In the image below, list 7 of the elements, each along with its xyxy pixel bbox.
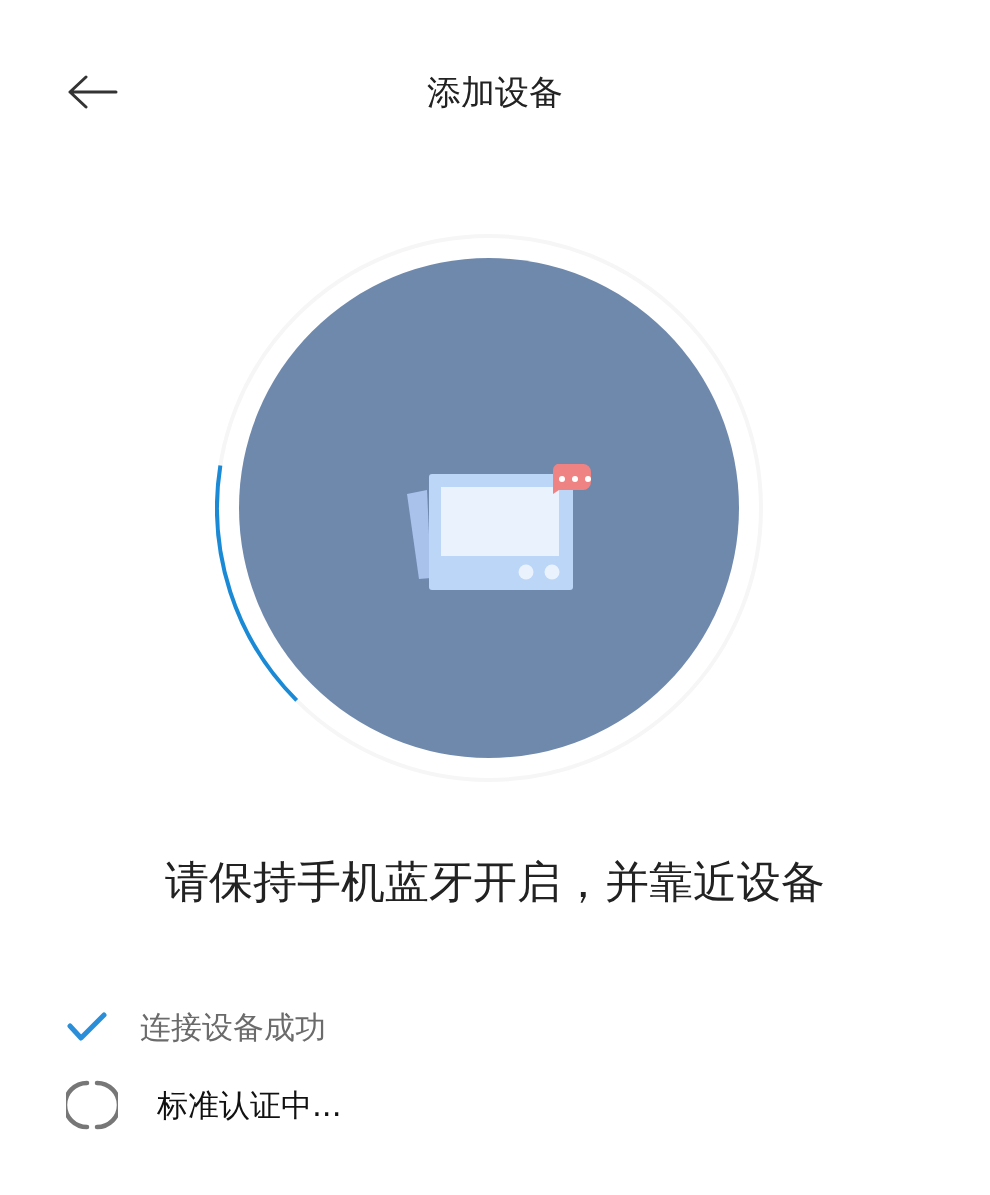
spinner-icon <box>66 1079 118 1131</box>
check-icon <box>66 1012 108 1042</box>
step-label: 连接设备成功 <box>140 1007 326 1047</box>
device-icon <box>407 464 591 590</box>
step-label: 标准认证中... <box>157 1085 342 1125</box>
page-title: 添加设备 <box>427 71 563 114</box>
instruction-text: 请保持手机蓝牙开启，并靠近设备 <box>164 855 826 909</box>
